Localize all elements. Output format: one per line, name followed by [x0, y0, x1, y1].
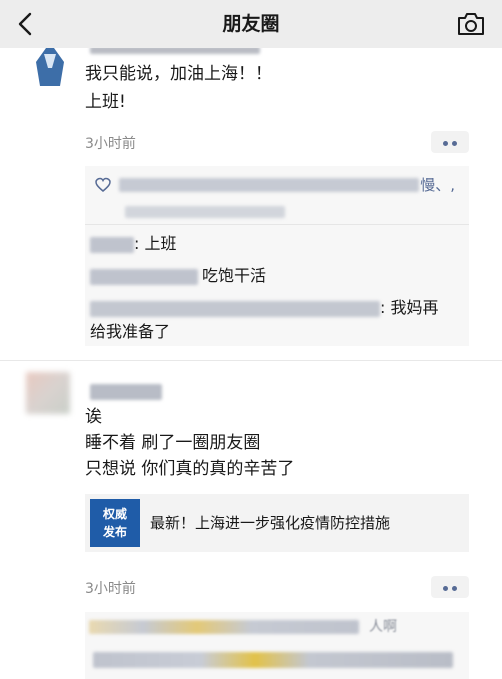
post-divider	[0, 360, 502, 361]
more-actions-button[interactable]	[431, 131, 469, 153]
link-card[interactable]: 权威 发布 最新！上海进一步强化疫情防控措施	[85, 494, 469, 552]
post-text: 诶	[85, 407, 102, 427]
redacted-name	[90, 300, 380, 317]
page-title: 朋友圈	[222, 13, 280, 35]
post-text: 我只能说，加油上海！！	[85, 64, 272, 84]
post-time: 3小时前	[85, 581, 136, 597]
redacted-comment[interactable]	[93, 652, 453, 668]
comments-box: 慢、, : 上班 吃饱干活 : 我妈再 给我准备了	[85, 166, 469, 346]
redacted-name	[90, 236, 134, 253]
likes-row: 慢、,	[95, 172, 465, 218]
comment[interactable]: : 上班	[90, 232, 176, 256]
redacted-name	[90, 268, 198, 285]
more-actions-button[interactable]	[431, 576, 469, 598]
redacted-likes	[125, 206, 285, 218]
avatar[interactable]	[32, 48, 68, 86]
post-text: 睡不着 刷了一圈朋友圈	[85, 433, 261, 453]
post-text: 上班!	[85, 92, 126, 112]
heart-icon	[95, 177, 111, 192]
post-text: 只想说 你们真的真的辛苦了	[85, 459, 295, 479]
divider	[85, 224, 469, 225]
link-thumbnail: 权威 发布	[90, 499, 140, 547]
comments-box: 人啊	[85, 612, 469, 679]
redacted-nickname[interactable]	[90, 384, 162, 400]
redacted-likes	[119, 178, 419, 192]
likes-tail[interactable]: 慢、,	[420, 174, 455, 195]
avatar[interactable]	[26, 372, 70, 414]
nav-bar: 朋友圈	[0, 0, 502, 48]
redacted-likes	[89, 620, 359, 634]
comment[interactable]: 吃饱干活	[90, 264, 266, 288]
comment[interactable]: : 我妈再	[90, 296, 438, 320]
camera-icon[interactable]	[456, 11, 486, 37]
post-time: 3小时前	[85, 136, 136, 152]
comment-continuation: 给我准备了	[90, 322, 171, 341]
comment-partial: 人啊	[369, 619, 397, 635]
link-title: 最新！上海进一步强化疫情防控措施	[150, 514, 391, 532]
